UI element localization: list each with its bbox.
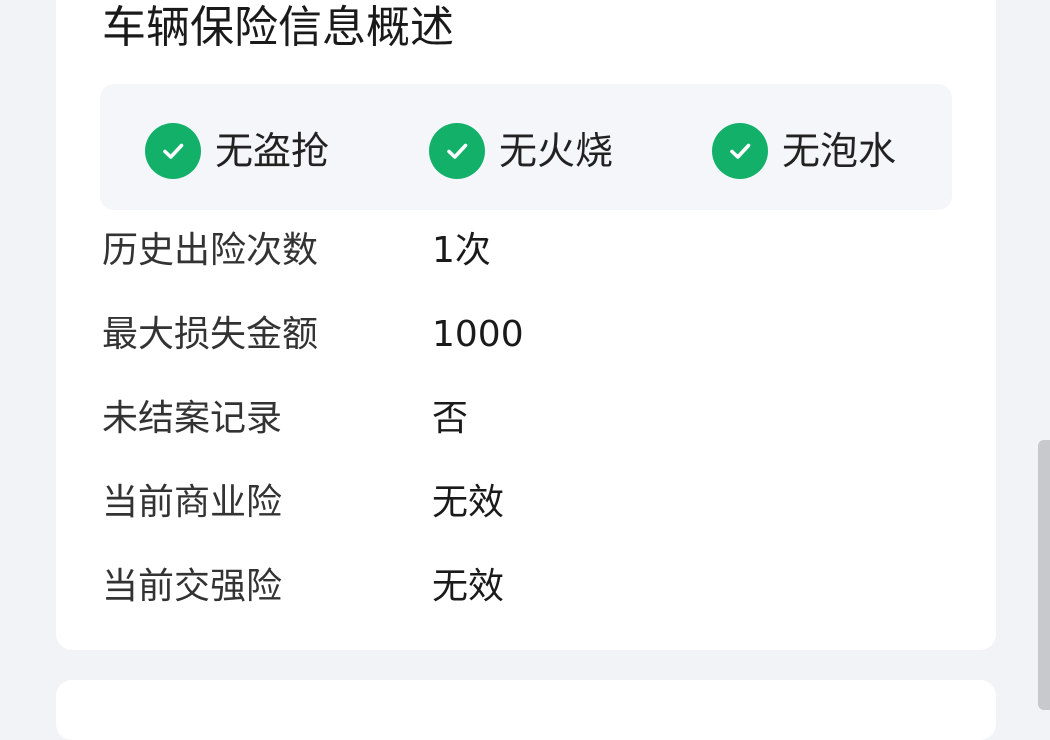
check-circle-icon <box>145 123 201 179</box>
detail-row-commercial-insurance: 当前商业险 无效 <box>102 478 902 528</box>
badge-no-theft: 无盗抢 <box>145 123 329 179</box>
badge-label: 无火烧 <box>499 129 614 173</box>
detail-row-open-claims: 未结案记录 否 <box>102 394 902 444</box>
detail-value: 1000 <box>432 314 524 355</box>
check-circle-icon <box>712 123 768 179</box>
check-circle-icon <box>429 123 485 179</box>
scrollbar-thumb[interactable] <box>1038 440 1050 710</box>
detail-label: 当前交强险 <box>102 566 283 607</box>
detail-value: 1次 <box>432 230 491 271</box>
badge-label: 无泡水 <box>782 129 897 173</box>
badge-no-flood: 无泡水 <box>712 123 896 179</box>
detail-label: 历史出险次数 <box>102 230 319 271</box>
detail-value: 无效 <box>432 482 505 523</box>
badge-label: 无盗抢 <box>215 129 330 173</box>
detail-value: 无效 <box>432 566 505 607</box>
detail-row-compulsory-insurance: 当前交强险 无效 <box>102 562 902 612</box>
detail-row-claim-count: 历史出险次数 1次 <box>102 226 902 276</box>
detail-label: 最大损失金额 <box>102 314 319 355</box>
insurance-badges-panel: 无盗抢 无火烧 无泡水 <box>100 84 952 210</box>
section-title: 车辆保险信息概述 <box>102 2 454 53</box>
detail-value: 否 <box>432 398 469 439</box>
badge-no-fire: 无火烧 <box>429 123 613 179</box>
next-card <box>56 680 996 740</box>
detail-label: 未结案记录 <box>102 398 283 439</box>
detail-row-max-loss: 最大损失金额 1000 <box>102 310 902 360</box>
detail-label: 当前商业险 <box>102 482 283 523</box>
